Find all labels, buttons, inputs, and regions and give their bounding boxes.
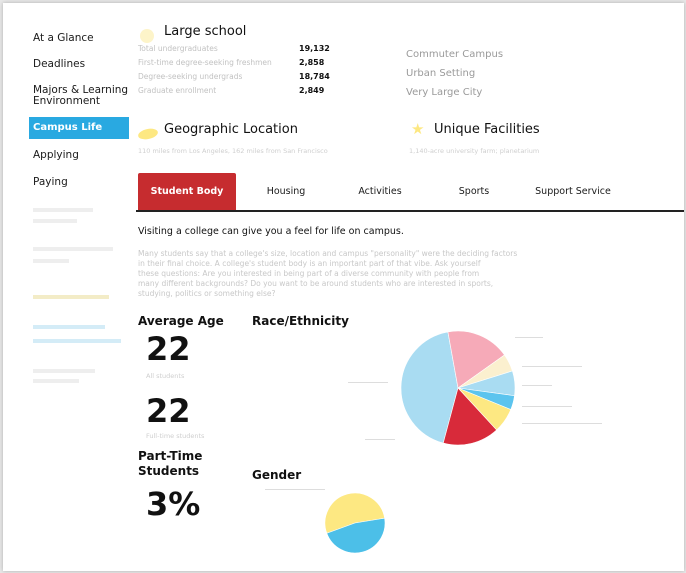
sidebar-faint-line [33,369,95,373]
tab-bar: Student Body Housing Activities Sports S… [136,173,684,212]
part-time-value: 3% [146,485,201,523]
sidebar-faint-link[interactable] [33,325,105,329]
race-label-line [348,382,388,383]
average-age-title: Average Age [138,314,224,328]
sidebar-faint-link[interactable] [33,339,121,343]
school-size-icon [140,29,154,43]
gender-title: Gender [252,468,302,482]
geo-title: Geographic Location [164,122,298,137]
race-title: Race/Ethnicity [252,314,349,328]
tab-activities[interactable]: Activities [340,173,420,210]
sidebar-faint-line [33,259,69,263]
intro-line: these questions: Are you interested in b… [138,269,480,278]
intro-heading: Visiting a college can give you a feel f… [138,226,404,237]
sidebar-faint-line [33,295,109,299]
stat-label-freshmen: First-time degree-seeking freshmen [138,58,272,67]
sidebar-item-applying[interactable]: Applying [33,150,79,161]
sidebar-item-at-a-glance[interactable]: At a Glance [33,33,94,44]
race-label-line [522,406,572,407]
sidebar-faint-line [33,379,79,383]
race-label-line [515,337,543,338]
average-age-fulltime-value: 22 [146,392,191,430]
fact-urban: Urban Setting [406,68,476,79]
stat-value-total: 19,132 [299,44,330,53]
sidebar-faint-line [33,247,113,251]
sidebar-item-deadlines[interactable]: Deadlines [33,59,85,70]
page: At a Glance Deadlines Majors & Learning … [3,3,684,571]
stat-value-freshmen: 2,858 [299,58,325,67]
stat-label-total: Total undergraduates [138,44,218,53]
race-pie-chart [400,330,516,446]
sidebar-faint-line [33,208,93,212]
average-age-all-value: 22 [146,330,191,368]
race-label-line [522,385,552,386]
race-label-line [365,439,395,440]
race-label-line [522,423,602,424]
stat-value-graduate: 2,849 [299,86,325,95]
sidebar-faint-line [33,219,77,223]
tab-housing[interactable]: Housing [246,173,326,210]
stat-value-degree-seeking: 18,784 [299,72,330,81]
stat-label-degree-seeking: Degree-seeking undergrads [138,72,243,81]
gender-pie-chart [324,492,386,554]
part-time-title: Part-Time Students [138,449,203,478]
intro-line: Many students say that a college's size,… [138,249,518,258]
gender-label-line [265,489,325,490]
school-size-title: Large school [164,24,247,39]
star-icon: ★ [411,120,425,138]
geo-text: 110 miles from Los Angeles, 162 miles fr… [138,147,328,155]
sidebar-item-paying[interactable]: Paying [33,177,68,188]
facilities-title: Unique Facilities [434,122,540,137]
tab-student-body[interactable]: Student Body [138,173,236,210]
tab-support-service[interactable]: Support Service [528,173,618,210]
intro-line: many different backgrounds? Do you want … [138,279,494,288]
map-icon [137,127,159,141]
tab-sports[interactable]: Sports [434,173,514,210]
stat-label-graduate: Graduate enrollment [138,86,217,95]
sidebar-item-campus-life[interactable]: Campus Life [29,117,129,139]
intro-line: in their final choice. A college's stude… [138,259,481,268]
race-label-line [522,366,582,367]
intro-line: studying, politics or something else? [138,289,276,298]
fact-city: Very Large City [406,87,483,98]
average-age-all-label: All students [146,372,185,380]
average-age-fulltime-label: Full-time students [146,432,205,440]
fact-commuter: Commuter Campus [406,49,504,60]
facilities-text: 1,140-acre university farm; planetarium [409,147,540,155]
sidebar-item-majors[interactable]: Majors & Learning Environment [33,85,129,107]
